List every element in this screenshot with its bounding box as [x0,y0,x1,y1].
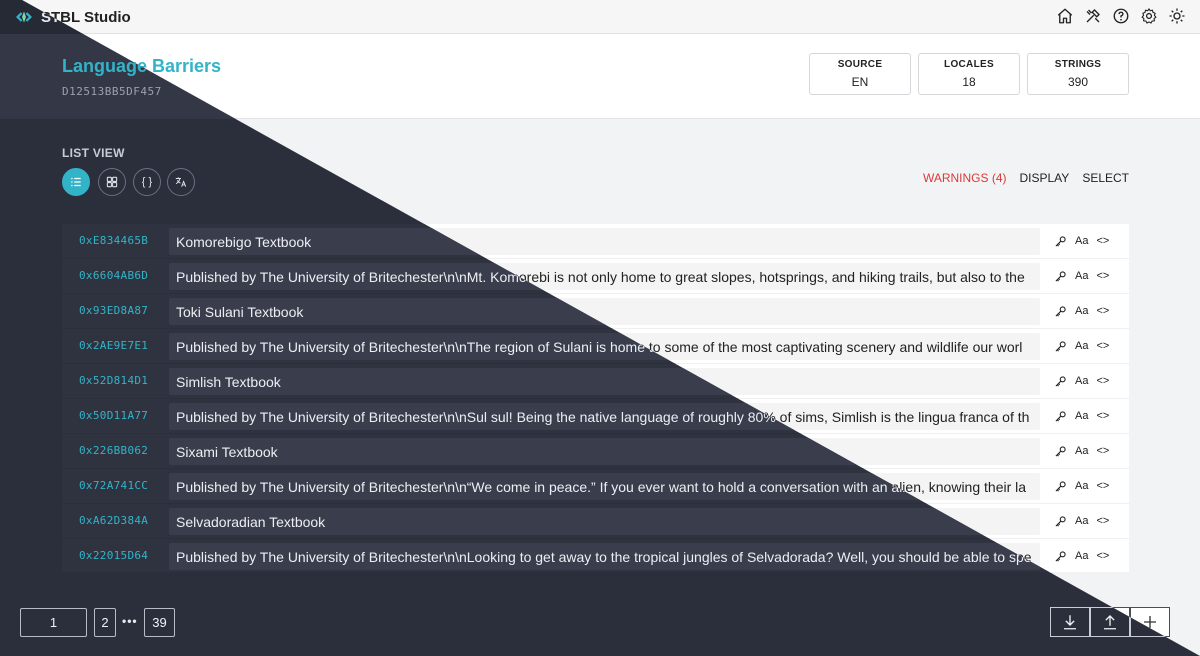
stat-label: STRINGS [1054,59,1102,70]
pagination-ellipsis: ••• [122,614,138,628]
code-icon[interactable]: <> [1096,268,1109,284]
stat-source: SOURCE EN [809,53,911,95]
page-last-button[interactable]: 39 [144,608,175,637]
string-value-field[interactable]: Selvadoradian Textbook [169,508,1040,535]
stat-strings: STRINGS 390 [1027,53,1129,95]
key-icon[interactable] [1054,478,1067,494]
code-icon[interactable]: <> [1096,443,1109,459]
key-icon[interactable] [1054,408,1067,424]
grid-view-button[interactable] [98,168,126,196]
upload-icon [1101,613,1119,631]
translate-view-button[interactable] [167,168,195,196]
string-key[interactable]: 0x226BB062 [79,444,148,457]
key-icon[interactable] [1054,268,1067,284]
string-key[interactable]: 0x50D11A77 [79,409,148,422]
list-actions: WARNINGS (4) DISPLAY SELECT [923,171,1129,185]
help-icon[interactable] [1112,7,1130,25]
key-icon[interactable] [1054,303,1067,319]
stat-value: EN [851,75,869,89]
download-button[interactable] [1050,607,1090,637]
json-braces-icon: { } [141,176,153,188]
top-icons [1056,7,1186,25]
string-key[interactable]: 0x52D814D1 [79,374,148,387]
select-button[interactable]: SELECT [1082,171,1129,185]
code-icon[interactable]: <> [1096,513,1109,529]
string-key[interactable]: 0xE834465B [79,234,148,247]
tools-icon[interactable] [1084,7,1102,25]
string-key[interactable]: 0xA62D384A [79,514,148,527]
string-key[interactable]: 0x2AE9E7E1 [79,339,148,352]
case-icon[interactable]: Aa [1075,338,1088,354]
top-bar: STBL Studio [0,0,1200,34]
case-icon[interactable]: Aa [1075,513,1088,529]
case-icon[interactable]: Aa [1075,303,1088,319]
row-actions: Aa <> [1054,233,1109,249]
row-actions: Aa <> [1054,478,1109,494]
code-icon[interactable]: <> [1096,478,1109,494]
string-value-field[interactable]: Published by The University of Briteches… [169,543,1040,570]
row-actions: Aa <> [1054,373,1109,389]
key-icon[interactable] [1054,513,1067,529]
stat-value: 390 [1067,75,1089,89]
stat-locales: LOCALES 18 [918,53,1020,95]
case-icon[interactable]: Aa [1075,373,1088,389]
string-key[interactable]: 0x6604AB6D [79,269,148,282]
code-icon[interactable]: <> [1096,408,1109,424]
row-actions: Aa <> [1054,268,1109,284]
row-actions: Aa <> [1054,548,1109,564]
key-icon[interactable] [1054,338,1067,354]
settings-icon[interactable] [1140,7,1158,25]
case-icon[interactable]: Aa [1075,268,1088,284]
warnings-button[interactable]: WARNINGS (4) [923,171,1007,185]
key-icon[interactable] [1054,373,1067,389]
page-current-input[interactable]: 1 [20,608,87,637]
json-view-button[interactable]: { } [133,168,161,196]
project-id: D12513BB5DF457 [62,85,162,98]
case-icon[interactable]: Aa [1075,548,1088,564]
code-icon[interactable]: <> [1096,233,1109,249]
stat-label: LOCALES [944,59,994,70]
code-icon[interactable]: <> [1096,373,1109,389]
code-icon[interactable]: <> [1096,303,1109,319]
stat-value: 18 [962,75,976,89]
grid-icon [105,175,119,189]
row-actions: Aa <> [1054,303,1109,319]
stat-label: SOURCE [837,59,883,70]
row-actions: Aa <> [1054,513,1109,529]
case-icon[interactable]: Aa [1075,443,1088,459]
list-view-button[interactable] [62,168,90,196]
list-icon [69,175,83,189]
view-label: LIST VIEW [62,146,125,160]
code-icon[interactable]: <> [1096,548,1109,564]
page-next-button[interactable]: 2 [94,608,116,637]
code-icon[interactable]: <> [1096,338,1109,354]
key-icon[interactable] [1054,548,1067,564]
display-button[interactable]: DISPLAY [1020,171,1070,185]
home-icon[interactable] [1056,7,1074,25]
row-actions: Aa <> [1054,443,1109,459]
table-row[interactable]: 0x22015D64 Published by The University of… [62,539,1129,574]
row-actions: Aa <> [1054,338,1109,354]
theme-sun-icon[interactable] [1168,7,1186,25]
translate-icon [174,175,188,189]
case-icon[interactable]: Aa [1075,408,1088,424]
key-icon[interactable] [1054,443,1067,459]
string-key[interactable]: 0x93ED8A87 [79,304,148,317]
case-icon[interactable]: Aa [1075,478,1088,494]
key-icon[interactable] [1054,233,1067,249]
row-actions: Aa <> [1054,408,1109,424]
download-icon [1061,613,1079,631]
string-key[interactable]: 0x72A741CC [79,479,148,492]
app-logo-icon [14,9,34,25]
case-icon[interactable]: Aa [1075,233,1088,249]
string-key[interactable]: 0x22015D64 [79,549,148,562]
